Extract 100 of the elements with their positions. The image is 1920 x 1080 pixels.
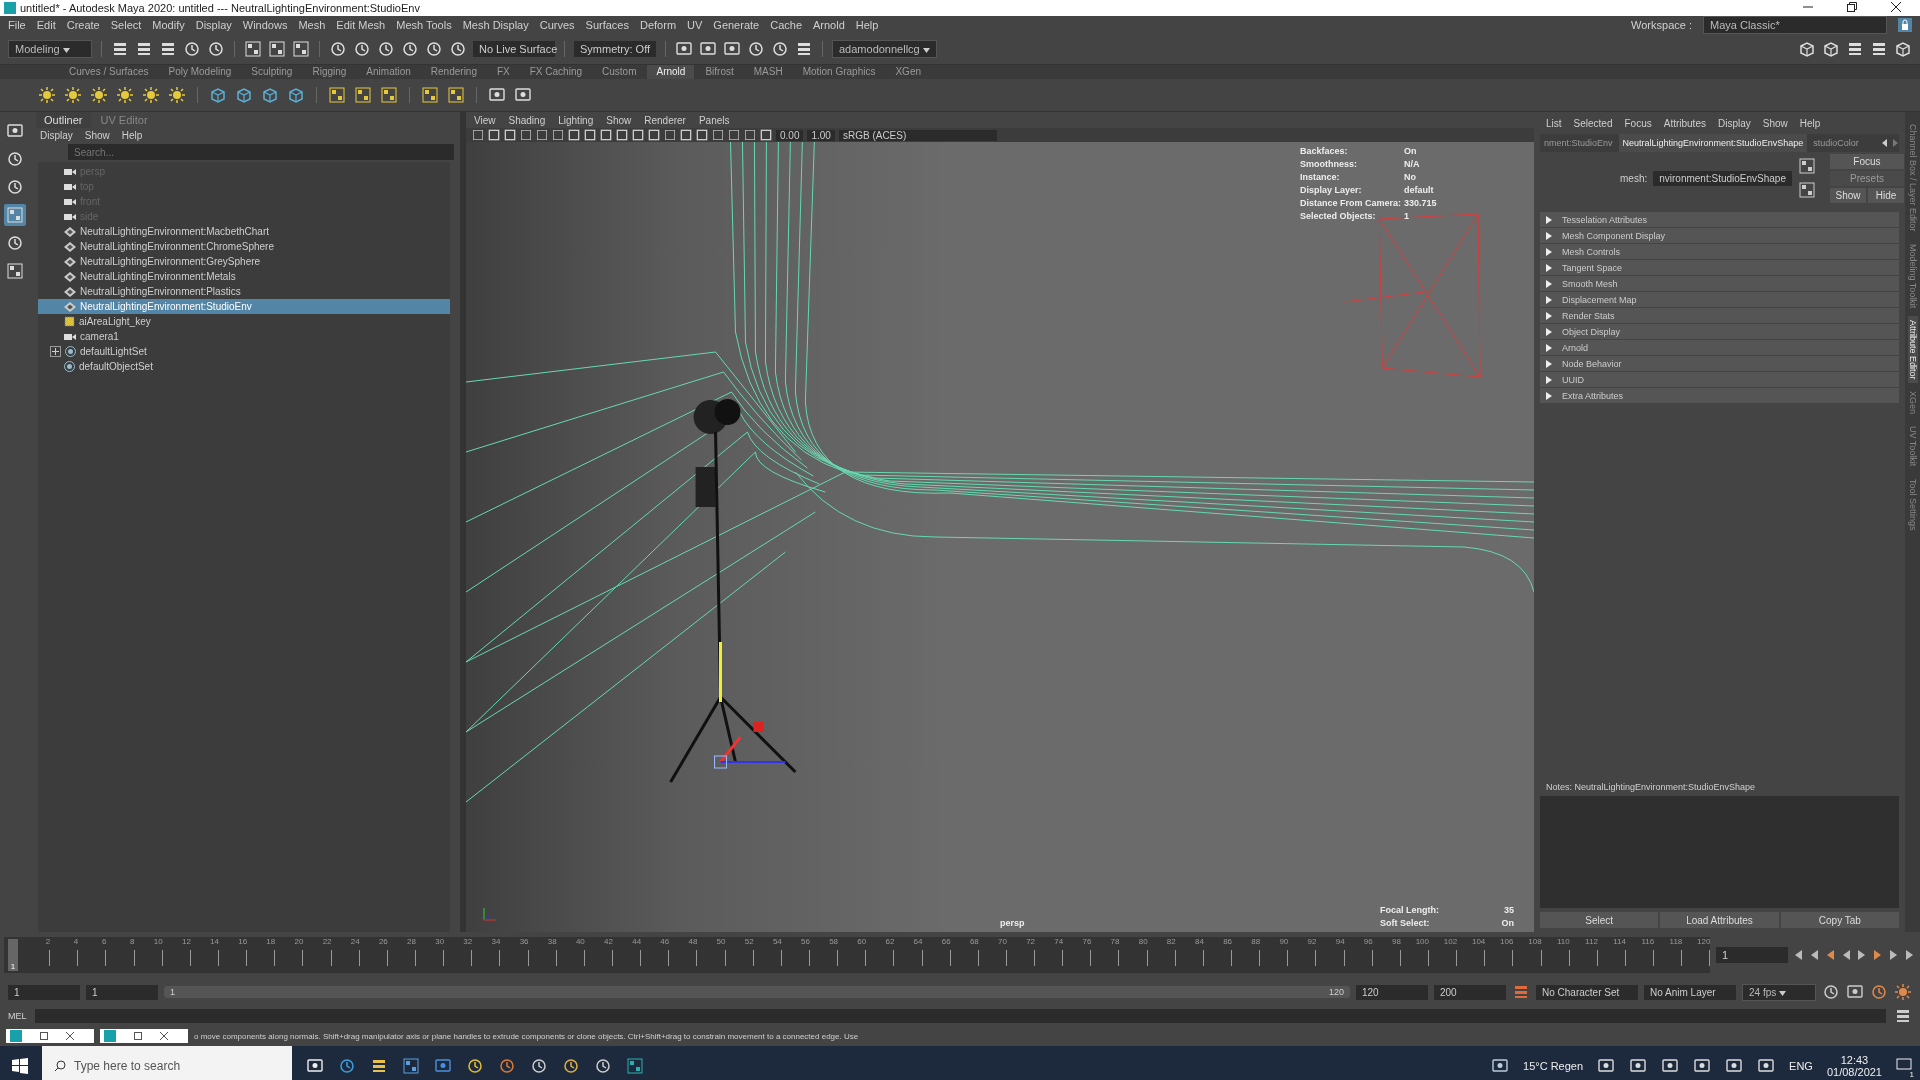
light-icon[interactable] xyxy=(168,86,186,104)
editor-button[interactable]: Hide xyxy=(1868,187,1904,203)
menu-item[interactable]: List xyxy=(1546,117,1562,129)
attribute-section-header[interactable]: Displacement Map xyxy=(1540,292,1899,307)
anim-layer-dropdown[interactable]: No Anim Layer xyxy=(1644,984,1736,1000)
shelf-tab[interactable]: FX Caching xyxy=(520,65,591,79)
menu-item[interactable]: Edit xyxy=(36,19,56,31)
close-icon[interactable] xyxy=(160,1032,168,1040)
shelf-tab[interactable]: Arnold xyxy=(647,65,695,79)
output-connection-icon[interactable] xyxy=(1798,181,1816,199)
menu-item[interactable]: Arnold xyxy=(813,19,845,31)
window-preview[interactable] xyxy=(6,1029,94,1043)
attribute-section-header[interactable]: Smooth Mesh xyxy=(1540,276,1899,291)
viewport-toolbar-icon[interactable] xyxy=(680,129,692,141)
menu-item[interactable]: Show xyxy=(1762,117,1788,129)
menu-item[interactable]: Create xyxy=(66,19,100,31)
expand-icon[interactable] xyxy=(50,346,61,357)
maximize-icon[interactable] xyxy=(134,1032,142,1040)
editor-button[interactable]: Copy Tab xyxy=(1780,912,1899,928)
anim-end-field[interactable]: 120 xyxy=(1356,984,1428,1000)
time-slider[interactable]: 1 2 4 6 8 10 12 14 16 18 20 22 24 26 28 30 32 34 36 38 40 42 44 46 48 50 52 54 56 58 60 62 64 66 68 70 72 74 76 78 80 82 84 86 88 90 92 94 96 98 100 102 104 106 108 110 112 114 116 118 120 xyxy=(4,937,1710,973)
start-time-field[interactable]: 1 xyxy=(8,984,80,1000)
attribute-section-header[interactable]: Object Display xyxy=(1540,324,1899,339)
viewport-canvas[interactable]: Backfaces: On Smoothness: N/A Instance: No Display Layer: default Distance From Camera: 330.715 Selected Objects: 1 persp Focal Length: 35 Soft Select: On xyxy=(466,142,1534,932)
outliner-item[interactable]: defaultLightSet xyxy=(38,344,450,359)
viewport-toolbar-icon[interactable] xyxy=(520,129,532,141)
checker-icon[interactable] xyxy=(328,86,346,104)
menu-item[interactable]: Modify xyxy=(152,19,185,31)
clock-icon[interactable] xyxy=(1870,983,1888,1001)
menu-item[interactable]: Focus xyxy=(1624,117,1652,129)
lock-icon[interactable] xyxy=(1898,18,1912,32)
menu-item[interactable]: Mesh Display xyxy=(462,19,529,31)
maya-app-icon[interactable] xyxy=(626,1057,644,1075)
light-icon[interactable] xyxy=(116,86,134,104)
cube-icon[interactable] xyxy=(287,86,305,104)
shelf-tab[interactable]: XGen xyxy=(886,65,930,79)
attribute-section-header[interactable]: Arnold xyxy=(1540,340,1899,355)
menu-item[interactable]: Surfaces xyxy=(585,19,629,31)
side-panel-tab[interactable]: Attribute Editor xyxy=(1907,315,1918,384)
gamma-field[interactable]: 1.00 xyxy=(807,129,835,141)
anim-start-field[interactable]: 1 xyxy=(86,984,158,1000)
panel-tab[interactable]: Outliner xyxy=(36,112,91,128)
user-dropdown[interactable]: adamodonnellcg xyxy=(832,40,937,58)
menu-item[interactable]: Show xyxy=(606,114,632,126)
shelf-tab[interactable]: Curves / Surfaces xyxy=(60,65,158,79)
menu-item[interactable]: Help xyxy=(121,129,143,141)
checker-icon[interactable] xyxy=(380,86,398,104)
menu-item[interactable]: Attributes xyxy=(1663,117,1706,129)
attribute-section-header[interactable]: UUID xyxy=(1540,372,1899,387)
shelf-tab[interactable]: Animation xyxy=(357,65,420,79)
exposure-field[interactable]: 0.00 xyxy=(776,129,804,141)
menu-item[interactable]: Edit Mesh xyxy=(336,19,386,31)
script-editor-icon[interactable] xyxy=(1894,1007,1912,1025)
outliner-item[interactable]: NeutralLightingEnvironment:GreySphere xyxy=(38,254,450,269)
side-panel-tab[interactable]: XGen xyxy=(1907,387,1918,419)
menu-item[interactable]: Shading xyxy=(508,114,546,126)
menu-item[interactable]: Show xyxy=(84,129,110,141)
command-language-label[interactable]: MEL xyxy=(8,1011,27,1021)
menu-item[interactable]: Help xyxy=(1799,117,1821,129)
outliner-item[interactable]: NeutralLightingEnvironment:Plastics xyxy=(38,284,450,299)
cube-icon[interactable] xyxy=(235,86,253,104)
shelf-tab[interactable]: MASH xyxy=(744,65,792,79)
viewport-toolbar-icon[interactable] xyxy=(568,129,580,141)
menu-item[interactable]: Select xyxy=(110,19,142,31)
outliner-item[interactable]: NeutralLightingEnvironment:MacbethChart xyxy=(38,224,450,239)
range-slider[interactable]: 1 120 xyxy=(164,986,1350,998)
end-time-field[interactable]: 200 xyxy=(1434,984,1506,1000)
checker-icon[interactable] xyxy=(447,86,465,104)
menu-item[interactable]: Cache xyxy=(770,19,802,31)
viewport-toolbar-icon[interactable] xyxy=(536,129,548,141)
weather-text[interactable]: 15°C Regen xyxy=(1523,1060,1584,1072)
menu-item[interactable]: Curves xyxy=(539,19,575,31)
close-icon[interactable] xyxy=(66,1032,74,1040)
viewport-toolbar-icon[interactable] xyxy=(632,129,644,141)
node-tab[interactable]: NeutralLightingEnvironment:StudioEnvShape xyxy=(1618,134,1808,152)
viewport-toolbar-icon[interactable] xyxy=(472,129,484,141)
outliner-item[interactable]: NeutralLightingEnvironment:ChromeSphere xyxy=(38,239,450,254)
viewport-toolbar-icon[interactable] xyxy=(552,129,564,141)
selection-mask-icon[interactable] xyxy=(244,40,262,58)
color-space-dropdown[interactable]: sRGB (ACES) xyxy=(838,129,997,141)
outliner-item[interactable]: defaultObjectSet xyxy=(38,359,450,374)
command-field[interactable] xyxy=(34,1009,1886,1023)
maximize-icon[interactable] xyxy=(40,1032,48,1040)
viewport-toolbar-icon[interactable] xyxy=(584,129,596,141)
menu-item[interactable]: Mesh xyxy=(298,19,326,31)
menu-item[interactable]: File xyxy=(8,19,26,31)
attribute-section-header[interactable]: Tesselation Attributes xyxy=(1540,212,1899,227)
start-icon[interactable] xyxy=(12,1058,28,1074)
editor-button[interactable]: Focus xyxy=(1830,153,1904,169)
menu-item[interactable]: Panels xyxy=(698,114,730,126)
menu-item[interactable]: Generate xyxy=(713,19,760,31)
outliner-item[interactable]: aiAreaLight_key xyxy=(38,314,450,329)
outliner-item[interactable]: camera1 xyxy=(38,329,450,344)
shelf-tab[interactable]: Sculpting xyxy=(242,65,302,79)
cube-icon[interactable] xyxy=(261,86,279,104)
cube-icon[interactable] xyxy=(209,86,227,104)
light-icon[interactable] xyxy=(38,86,56,104)
attribute-section-header[interactable]: Mesh Component Display xyxy=(1540,228,1899,243)
shelf-tab[interactable]: Motion Graphics xyxy=(793,65,885,79)
shelf-tab[interactable]: Bifrost xyxy=(696,65,743,79)
